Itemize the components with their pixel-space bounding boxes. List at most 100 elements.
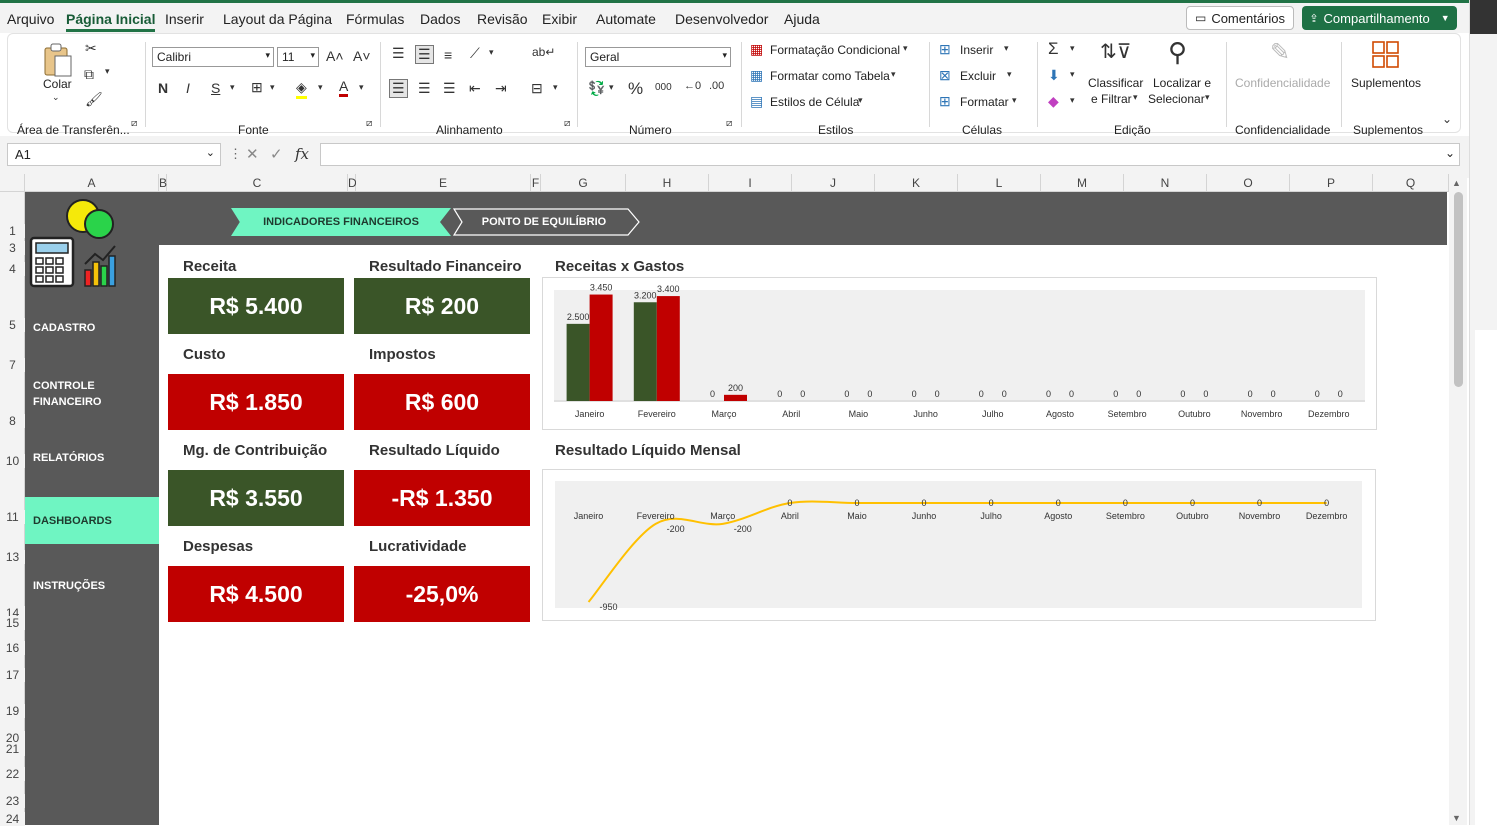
column-header-i[interactable]: I: [709, 174, 792, 192]
menu-automate[interactable]: Automate: [596, 11, 656, 27]
row-header-13[interactable]: 13: [0, 550, 25, 564]
cut-icon[interactable]: ✂: [85, 40, 97, 57]
dialog-launcher-icon[interactable]: ⧄: [366, 118, 372, 129]
scroll-down-icon[interactable]: ▼: [1452, 813, 1461, 823]
chevron-down-icon[interactable]: ▾: [1070, 43, 1075, 54]
percent-icon[interactable]: %: [628, 79, 643, 99]
orientation-icon[interactable]: ⟋: [470, 45, 480, 62]
column-header-c[interactable]: C: [167, 174, 348, 192]
comments-button[interactable]: ▭ Comentários: [1186, 6, 1294, 30]
tab-ponto-equilibrio[interactable]: PONTO DE EQUILÍBRIO: [448, 208, 640, 236]
row-header-23[interactable]: 23: [0, 794, 25, 808]
underline-icon[interactable]: S: [211, 80, 220, 96]
font-color-icon[interactable]: A: [339, 78, 349, 97]
row-header-22[interactable]: 22: [0, 767, 25, 781]
menu-arquivo[interactable]: Arquivo: [7, 11, 54, 27]
chevron-down-icon[interactable]: ▾: [609, 82, 614, 93]
cell-styles-button[interactable]: Estilos de Célula: [770, 95, 859, 109]
conditional-format-icon[interactable]: ▦: [750, 41, 763, 58]
select-all-corner[interactable]: [0, 174, 25, 192]
chevron-down-icon[interactable]: ▾: [1012, 95, 1017, 106]
column-header-m[interactable]: M: [1041, 174, 1124, 192]
align-bottom-icon[interactable]: ≡: [444, 47, 452, 63]
insert-cells-icon[interactable]: ⊞: [939, 41, 951, 58]
scrollbar-thumb[interactable]: [1454, 192, 1463, 387]
column-header-h[interactable]: H: [626, 174, 709, 192]
column-header-b[interactable]: B: [159, 174, 167, 192]
menu-ajuda[interactable]: Ajuda: [784, 11, 820, 27]
menu-pagina-inicial[interactable]: Página Inicial: [66, 11, 156, 32]
row-header-15[interactable]: 15: [0, 616, 25, 630]
find-select-label-1[interactable]: Localizar e: [1153, 76, 1211, 90]
fill-color-icon[interactable]: ◈: [296, 79, 307, 99]
sort-filter-label-1[interactable]: Classificar: [1088, 76, 1143, 90]
row-header-5[interactable]: 5: [0, 318, 25, 332]
chevron-down-icon[interactable]: ▾: [1205, 92, 1210, 103]
thousands-icon[interactable]: 000: [655, 82, 672, 93]
menu-exibir[interactable]: Exibir: [542, 11, 577, 27]
format-table-icon[interactable]: ▦: [750, 67, 763, 84]
nav-controle-financeiro[interactable]: CONTROLE FINANCEIRO: [25, 377, 125, 411]
format-cells-button[interactable]: Formatar: [960, 95, 1009, 109]
column-header-a[interactable]: A: [25, 174, 159, 192]
collapse-ribbon-icon[interactable]: ⌄: [1442, 112, 1452, 126]
column-header-f[interactable]: F: [531, 174, 541, 192]
chevron-down-icon[interactable]: ▾: [553, 82, 558, 93]
more-options-icon[interactable]: ⋮: [229, 146, 242, 162]
nav-relatorios[interactable]: RELATÓRIOS: [25, 448, 159, 468]
nav-instrucoes[interactable]: INSTRUÇÕES: [25, 576, 159, 596]
chevron-down-icon[interactable]: ▾: [1070, 69, 1075, 80]
column-header-e[interactable]: E: [356, 174, 531, 192]
align-top-icon[interactable]: ☰: [392, 45, 405, 62]
row-header-4[interactable]: 4: [0, 262, 25, 276]
format-painter-icon[interactable]: 🖌: [85, 91, 103, 108]
format-table-button[interactable]: Formatar como Tabela: [770, 69, 890, 83]
autosum-icon[interactable]: Σ: [1048, 39, 1059, 59]
column-header-k[interactable]: K: [875, 174, 958, 192]
name-box[interactable]: A1 ⌄: [7, 143, 221, 166]
cancel-icon[interactable]: ✕: [246, 145, 259, 163]
delete-cells-icon[interactable]: ⊠: [939, 67, 951, 84]
align-middle-icon[interactable]: ☰: [415, 45, 434, 64]
clear-icon[interactable]: ◆: [1048, 93, 1059, 110]
align-center-icon[interactable]: ☰: [418, 80, 431, 97]
decrease-decimal-icon[interactable]: .00: [709, 80, 724, 92]
align-right-icon[interactable]: ☰: [443, 80, 456, 97]
decrease-indent-icon[interactable]: ⇤: [469, 80, 481, 97]
chevron-down-icon[interactable]: ⌄: [52, 92, 60, 103]
dialog-launcher-icon[interactable]: ⧄: [131, 118, 137, 129]
column-header-j[interactable]: J: [792, 174, 875, 192]
column-header-l[interactable]: L: [958, 174, 1041, 192]
chevron-down-icon[interactable]: ▾: [1004, 43, 1009, 54]
enter-icon[interactable]: ✓: [270, 145, 283, 163]
nav-dashboards[interactable]: DASHBOARDS: [25, 497, 159, 544]
addins-icon[interactable]: [1372, 41, 1400, 69]
wrap-text-icon[interactable]: ab↵: [532, 45, 555, 59]
font-size-select[interactable]: 11 ▾: [277, 47, 319, 67]
column-header-p[interactable]: P: [1290, 174, 1373, 192]
menu-desenvolvedor[interactable]: Desenvolvedor: [675, 11, 768, 27]
row-header-11[interactable]: 11: [0, 510, 25, 524]
currency-icon[interactable]: 💱: [588, 80, 605, 97]
row-header-24[interactable]: 24: [0, 812, 25, 826]
chevron-down-icon[interactable]: ▾: [318, 82, 323, 93]
chevron-down-icon[interactable]: ▾: [1007, 69, 1012, 80]
conditional-format-button[interactable]: Formatação Condicional: [770, 43, 900, 57]
row-header-17[interactable]: 17: [0, 668, 25, 682]
dialog-launcher-icon[interactable]: ⧄: [564, 118, 570, 129]
menu-layout[interactable]: Layout da Página: [223, 11, 332, 27]
bold-icon[interactable]: N: [158, 80, 168, 96]
share-button[interactable]: ⇪ Compartilhamento ▼: [1302, 6, 1457, 30]
chevron-down-icon[interactable]: ▼: [1441, 13, 1450, 23]
menu-dados[interactable]: Dados: [420, 11, 460, 27]
row-header-21[interactable]: 21: [0, 742, 25, 756]
scroll-up-icon[interactable]: ▲: [1452, 178, 1461, 188]
column-header-g[interactable]: G: [541, 174, 626, 192]
chevron-down-icon[interactable]: ▾: [105, 66, 110, 77]
row-header-7[interactable]: 7: [0, 358, 25, 372]
increase-font-icon[interactable]: A˄: [326, 48, 344, 64]
increase-decimal-icon[interactable]: ←0: [684, 80, 701, 92]
row-header-16[interactable]: 16: [0, 641, 25, 655]
chevron-down-icon[interactable]: ▾: [858, 95, 863, 106]
sort-filter-label-2[interactable]: e Filtrar: [1091, 92, 1132, 106]
